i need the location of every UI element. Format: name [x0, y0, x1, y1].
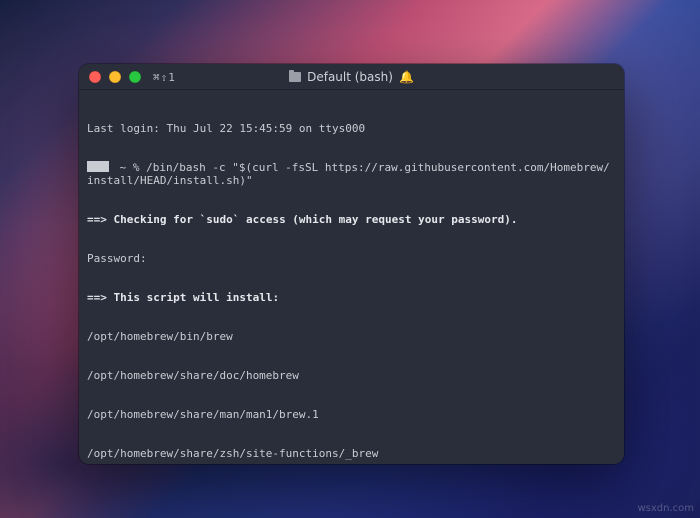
last-login: Last login: Thu Jul 22 15:45:59 on ttys0…: [87, 122, 616, 135]
terminal-body[interactable]: Last login: Thu Jul 22 15:45:59 on ttys0…: [79, 90, 624, 464]
install-path: /opt/homebrew/share/doc/homebrew: [87, 369, 616, 382]
folder-icon: [289, 72, 301, 82]
sudo-line: ==> Checking for `sudo` access (which ma…: [87, 213, 616, 226]
command-text: ~ % /bin/bash -c "$(curl -fsSL https://r…: [87, 161, 610, 187]
arrow-icon: ==>: [87, 291, 107, 304]
prompt-user-block: [87, 161, 109, 172]
arrow-icon: ==>: [87, 213, 107, 226]
sudo-msg: Checking for `sudo` access (which may re…: [114, 213, 518, 226]
install-path: /opt/homebrew/bin/brew: [87, 330, 616, 343]
title-text: Default (bash): [307, 70, 393, 84]
install-msg: This script will install:: [114, 291, 280, 304]
traffic-lights: [89, 71, 141, 83]
minimize-icon[interactable]: [109, 71, 121, 83]
install-path: /opt/homebrew/share/man/man1/brew.1: [87, 408, 616, 421]
terminal-window: ⌘⇧1 Default (bash) 🔔 Last login: Thu Jul…: [79, 64, 624, 464]
password-prompt: Password:: [87, 252, 616, 265]
watermark: wsxdn.com: [637, 503, 694, 514]
close-icon[interactable]: [89, 71, 101, 83]
titlebar[interactable]: ⌘⇧1 Default (bash) 🔔: [79, 64, 624, 90]
install-header: ==> This script will install:: [87, 291, 616, 304]
shortcut-label: ⌘⇧1: [153, 71, 176, 84]
bell-icon: 🔔: [399, 70, 414, 84]
install-path: /opt/homebrew/share/zsh/site-functions/_…: [87, 447, 616, 460]
command-line: ~ % /bin/bash -c "$(curl -fsSL https://r…: [87, 161, 616, 187]
zoom-icon[interactable]: [129, 71, 141, 83]
